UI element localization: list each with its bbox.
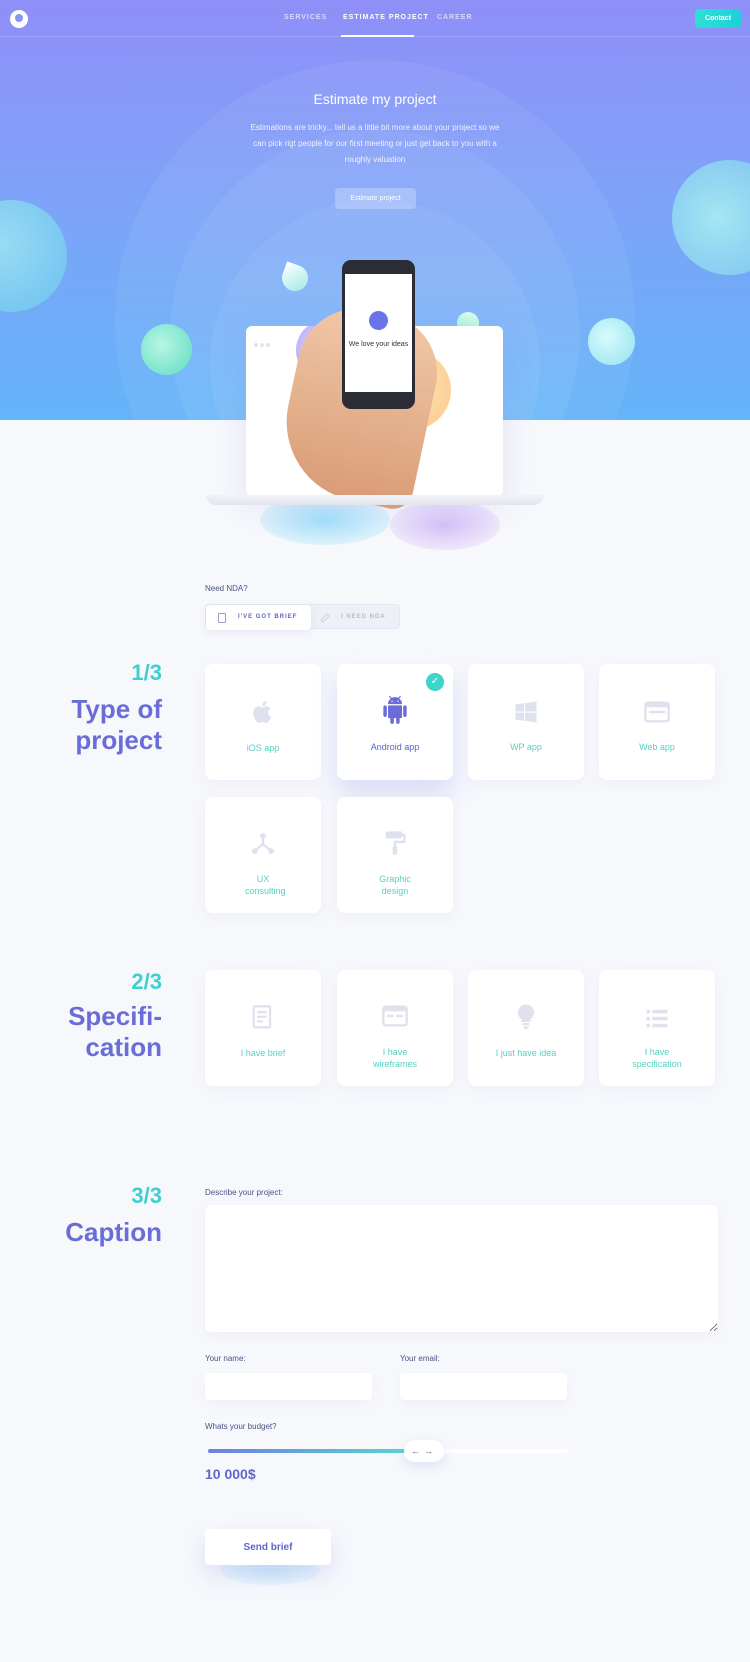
window-dots-icon xyxy=(254,334,276,347)
android-icon xyxy=(383,696,407,724)
phone-screen: We love your ideas xyxy=(345,274,412,392)
paint-roller-icon xyxy=(385,831,406,855)
document-icon xyxy=(252,1005,272,1029)
hero-description: Estimations are tricky... tell us a litt… xyxy=(250,123,500,164)
wireframe-icon xyxy=(382,1005,408,1027)
lightbulb-icon xyxy=(517,1004,535,1029)
decor-bubble xyxy=(588,318,635,365)
describe-label: Describe your project: xyxy=(205,1188,283,1197)
card-label: UX consulting xyxy=(245,874,286,896)
card-label: I have brief xyxy=(240,1048,286,1058)
nav-services[interactable]: SERVICES xyxy=(284,14,327,21)
spec-card-brief[interactable]: I have brief xyxy=(205,970,321,1086)
network-icon xyxy=(251,833,275,855)
contact-button[interactable]: Contact xyxy=(695,9,741,28)
spec-card-idea[interactable]: I just have idea xyxy=(468,970,584,1086)
decor-bubble xyxy=(141,324,192,375)
card-label: WP app xyxy=(510,742,542,752)
project-type-card-graphic[interactable]: Graphic design xyxy=(337,797,453,913)
windows-icon xyxy=(515,701,537,723)
budget-value: 10 000$ xyxy=(205,1466,256,1482)
step-title: Specifi- cation xyxy=(68,1001,162,1062)
step-number: 2/3 xyxy=(131,969,162,994)
brand-logo[interactable] xyxy=(10,10,28,28)
card-label: iOS app xyxy=(246,743,280,753)
project-type-card-ux[interactable]: UX consulting xyxy=(205,797,321,913)
nda-toggle: I'VE GOT BRIEF I NEED NDA xyxy=(205,604,401,630)
project-type-card-wp[interactable]: WP app xyxy=(468,664,584,780)
apple-icon xyxy=(253,700,272,723)
project-type-card-android[interactable]: ✓ Android app xyxy=(337,664,453,780)
top-nav-bar: SERVICES ESTIMATE PROJECT CAREER Contact xyxy=(0,0,750,37)
decor-bubble xyxy=(672,160,750,275)
budget-label: Whats your budget? xyxy=(205,1422,277,1431)
step-title: Caption xyxy=(65,1217,162,1247)
nda-label: Need NDA? xyxy=(205,584,248,593)
card-label: Graphic design xyxy=(379,874,411,896)
spec-card-wireframes[interactable]: I have wireframes xyxy=(337,970,453,1086)
laptop-base xyxy=(206,495,544,505)
nav-career[interactable]: CAREER xyxy=(437,14,473,21)
nav-estimate-project[interactable]: ESTIMATE PROJECT xyxy=(343,14,429,21)
project-description-field[interactable] xyxy=(205,1205,718,1332)
card-label: I have specification xyxy=(632,1047,682,1069)
phone-text: We love your ideas xyxy=(348,341,409,348)
page-title: Estimate my project xyxy=(313,91,437,107)
budget-slider-fill xyxy=(208,1449,410,1453)
name-label: Your name: xyxy=(205,1354,246,1363)
document-icon xyxy=(218,613,226,623)
step-title: Type of project xyxy=(71,694,162,755)
project-type-card-ios[interactable]: iOS app xyxy=(205,664,321,780)
list-icon xyxy=(646,1009,668,1028)
nav-active-indicator xyxy=(341,35,414,37)
card-label: I just have idea xyxy=(495,1048,557,1058)
email-field[interactable] xyxy=(400,1373,567,1400)
brand-logo-icon xyxy=(369,311,388,330)
step-number: 3/3 xyxy=(131,1183,162,1208)
browser-icon xyxy=(644,701,670,723)
name-field[interactable] xyxy=(205,1373,372,1400)
decor-bubble xyxy=(0,200,67,312)
spec-card-specification[interactable]: I have specification xyxy=(599,970,715,1086)
budget-slider-handle[interactable]: ←→ xyxy=(404,1440,444,1462)
email-label: Your email: xyxy=(400,1354,440,1363)
step-number: 1/3 xyxy=(131,660,162,685)
send-brief-button[interactable]: Send brief xyxy=(205,1529,331,1565)
project-type-card-web[interactable]: Web app xyxy=(599,664,715,780)
pen-icon xyxy=(320,613,330,623)
laptop-glow xyxy=(390,500,500,550)
nda-option-label: I'VE GOT BRIEF xyxy=(238,614,298,620)
card-label: Web app xyxy=(639,742,675,752)
nda-option-label: I NEED NDA xyxy=(341,614,386,620)
card-label: I have wireframes xyxy=(372,1047,417,1069)
check-icon: ✓ xyxy=(426,673,444,691)
nda-option-nda[interactable]: I NEED NDA xyxy=(311,605,401,630)
estimate-project-button[interactable]: Estimate project xyxy=(335,188,416,209)
nda-option-brief[interactable]: I'VE GOT BRIEF xyxy=(206,605,311,630)
card-label: Android app xyxy=(370,742,420,752)
